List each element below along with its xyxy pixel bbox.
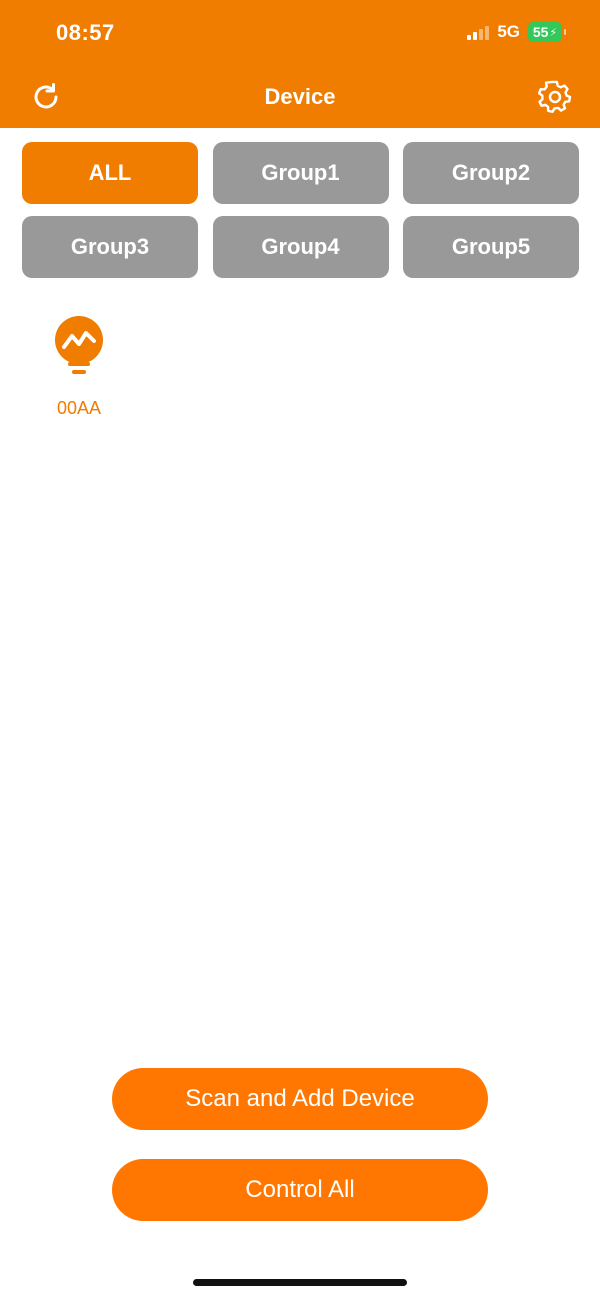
network-type: 5G	[497, 22, 520, 41]
device-item[interactable]: 00AA	[40, 314, 118, 419]
app-header: 08:57 5G 55 ⚡ Device	[0, 0, 600, 128]
status-time: 08:57	[56, 20, 115, 45]
group-button-3[interactable]: Group3	[22, 216, 198, 278]
device-label: 00AA	[56, 398, 102, 418]
signal-icon	[467, 24, 490, 40]
group-selector: ALL Group1 Group2 Group3 Group4 Group5	[22, 142, 579, 278]
scan-add-device-button[interactable]: Scan and Add Device	[112, 1068, 488, 1130]
group-button-all[interactable]: ALL	[22, 142, 198, 204]
control-all-button[interactable]: Control All	[112, 1159, 488, 1221]
group-button-5[interactable]: Group5	[403, 216, 579, 278]
group-button-1[interactable]: Group1	[212, 142, 389, 204]
settings-button[interactable]	[537, 80, 572, 114]
page-title: Device	[264, 84, 336, 109]
group-button-4[interactable]: Group4	[212, 216, 389, 278]
battery-icon: 55 ⚡	[528, 22, 566, 42]
group-button-2[interactable]: Group2	[403, 142, 579, 204]
home-indicator	[193, 1279, 407, 1286]
status-indicators: 5G 55 ⚡	[467, 22, 566, 42]
gear-icon	[537, 80, 572, 113]
battery-level: 55	[532, 24, 549, 40]
bulb-icon	[55, 316, 103, 374]
